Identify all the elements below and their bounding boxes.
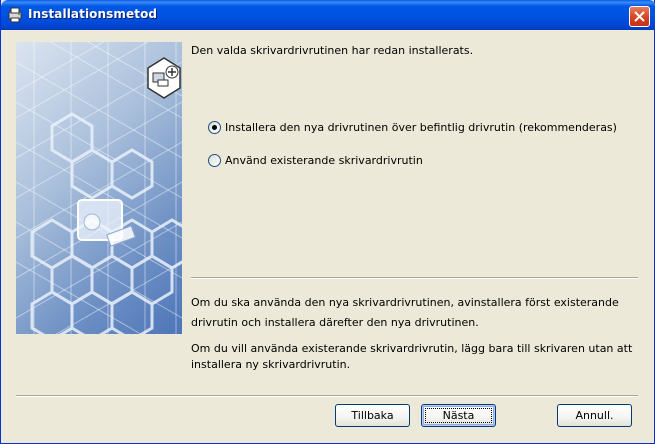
radio-use-existing[interactable] [208,154,221,167]
radio-install-new-label[interactable]: Installera den nya drivrutinen över befi… [225,121,617,134]
installation-method-dialog: Installationsmetod Den valda skrivardriv… [0,0,655,444]
radio-option-use-existing[interactable]: Använd existerande skrivardrivrutin [208,154,628,168]
info-paragraph-1-line-1: Om du ska använda den nya skrivardrivrut… [191,296,619,309]
next-button[interactable]: Nästa [421,404,496,427]
radio-use-existing-label[interactable]: Använd existerande skrivardrivrutin [225,154,423,167]
info-paragraph-2-line-2: installera ny skrivardrivrutin. [191,358,351,371]
dialog-body: Den valda skrivardrivrutinen har redan i… [4,30,652,441]
printer-setup-icon [8,7,22,23]
close-x-icon [634,11,645,22]
header-text: Den valda skrivardrivrutinen har redan i… [191,44,474,57]
title-bar[interactable]: Installationsmetod [1,0,655,30]
radio-install-new[interactable] [208,121,221,134]
printer-illustration [16,42,182,334]
cancel-button[interactable]: Annull. [557,404,632,427]
radio-option-install-new[interactable]: Installera den nya drivrutinen över befi… [208,121,628,135]
info-paragraph-2-line-1: Om du vill använda existerande skrivardr… [191,342,633,355]
content-divider [191,277,638,279]
close-button[interactable] [629,6,650,27]
radio-selected-dot [212,125,217,130]
back-button[interactable]: Tillbaka [335,404,410,427]
hexagon-pattern [16,42,182,334]
footer-divider [16,395,638,397]
info-paragraph-1-line-2: drivrutin och installera därefter den ny… [191,316,479,329]
next-button-label: Nästa [442,409,475,422]
window-title: Installationsmetod [28,7,158,21]
